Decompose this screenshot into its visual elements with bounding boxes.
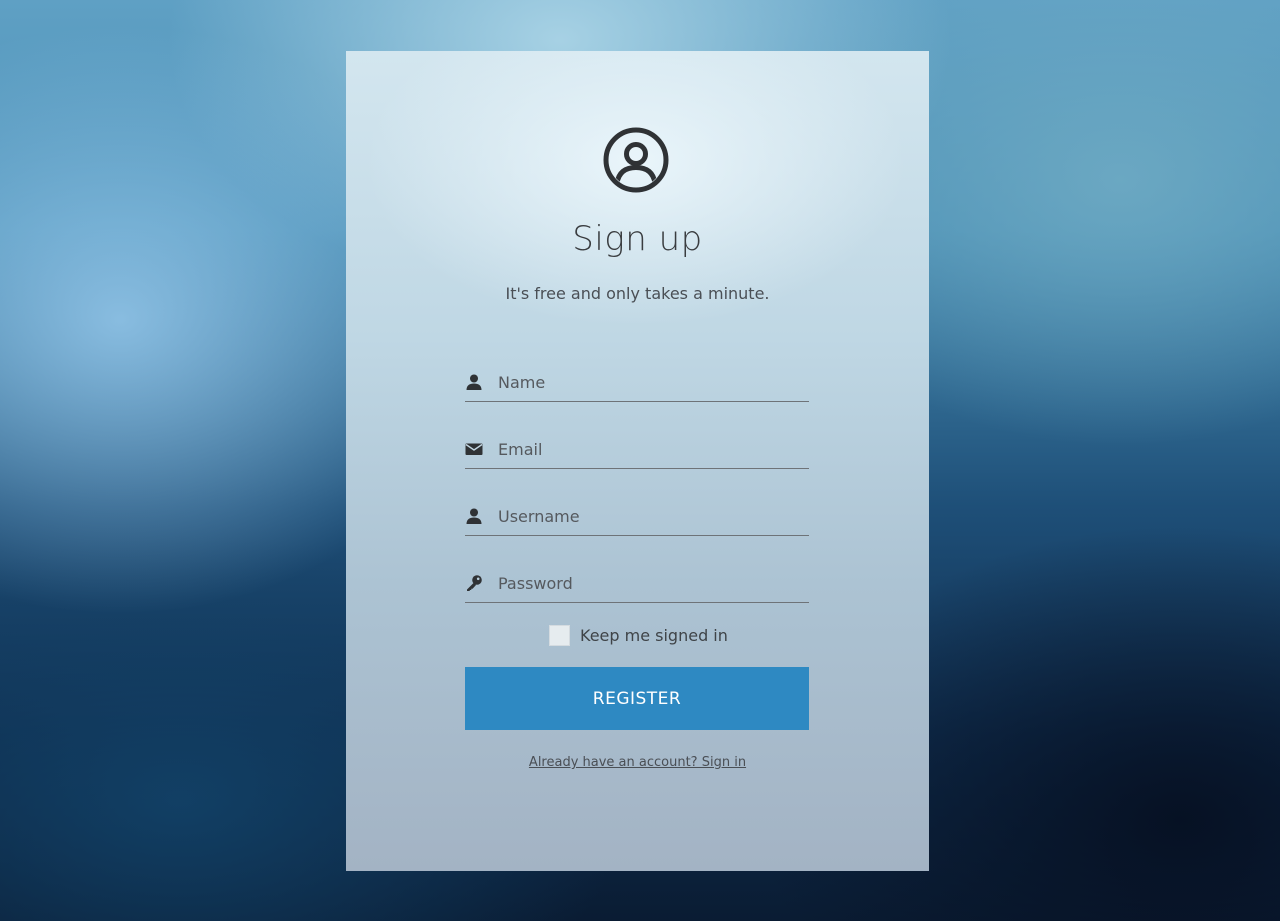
username-input[interactable] — [498, 499, 798, 533]
signin-link[interactable]: Already have an account? Sign in — [346, 755, 929, 770]
user-icon — [466, 374, 482, 390]
username-field — [465, 499, 809, 536]
envelope-icon — [465, 443, 483, 455]
email-field — [465, 432, 809, 469]
password-input[interactable] — [498, 566, 798, 600]
signup-card: Sign up It's free and only takes a minut… — [346, 51, 929, 871]
remember-me[interactable]: Keep me signed in — [549, 623, 728, 647]
name-input[interactable] — [498, 365, 798, 399]
user-icon — [466, 508, 482, 524]
remember-checkbox[interactable] — [549, 624, 570, 646]
password-field — [465, 566, 809, 603]
page-title: Sign up — [572, 219, 703, 259]
key-icon — [467, 575, 482, 591]
register-button[interactable]: REGISTER — [465, 667, 809, 730]
remember-label: Keep me signed in — [580, 625, 728, 645]
email-input[interactable] — [498, 432, 798, 466]
page-subtitle: It's free and only takes a minute. — [505, 284, 770, 303]
user-circle-icon — [603, 127, 669, 193]
name-field — [465, 365, 809, 402]
